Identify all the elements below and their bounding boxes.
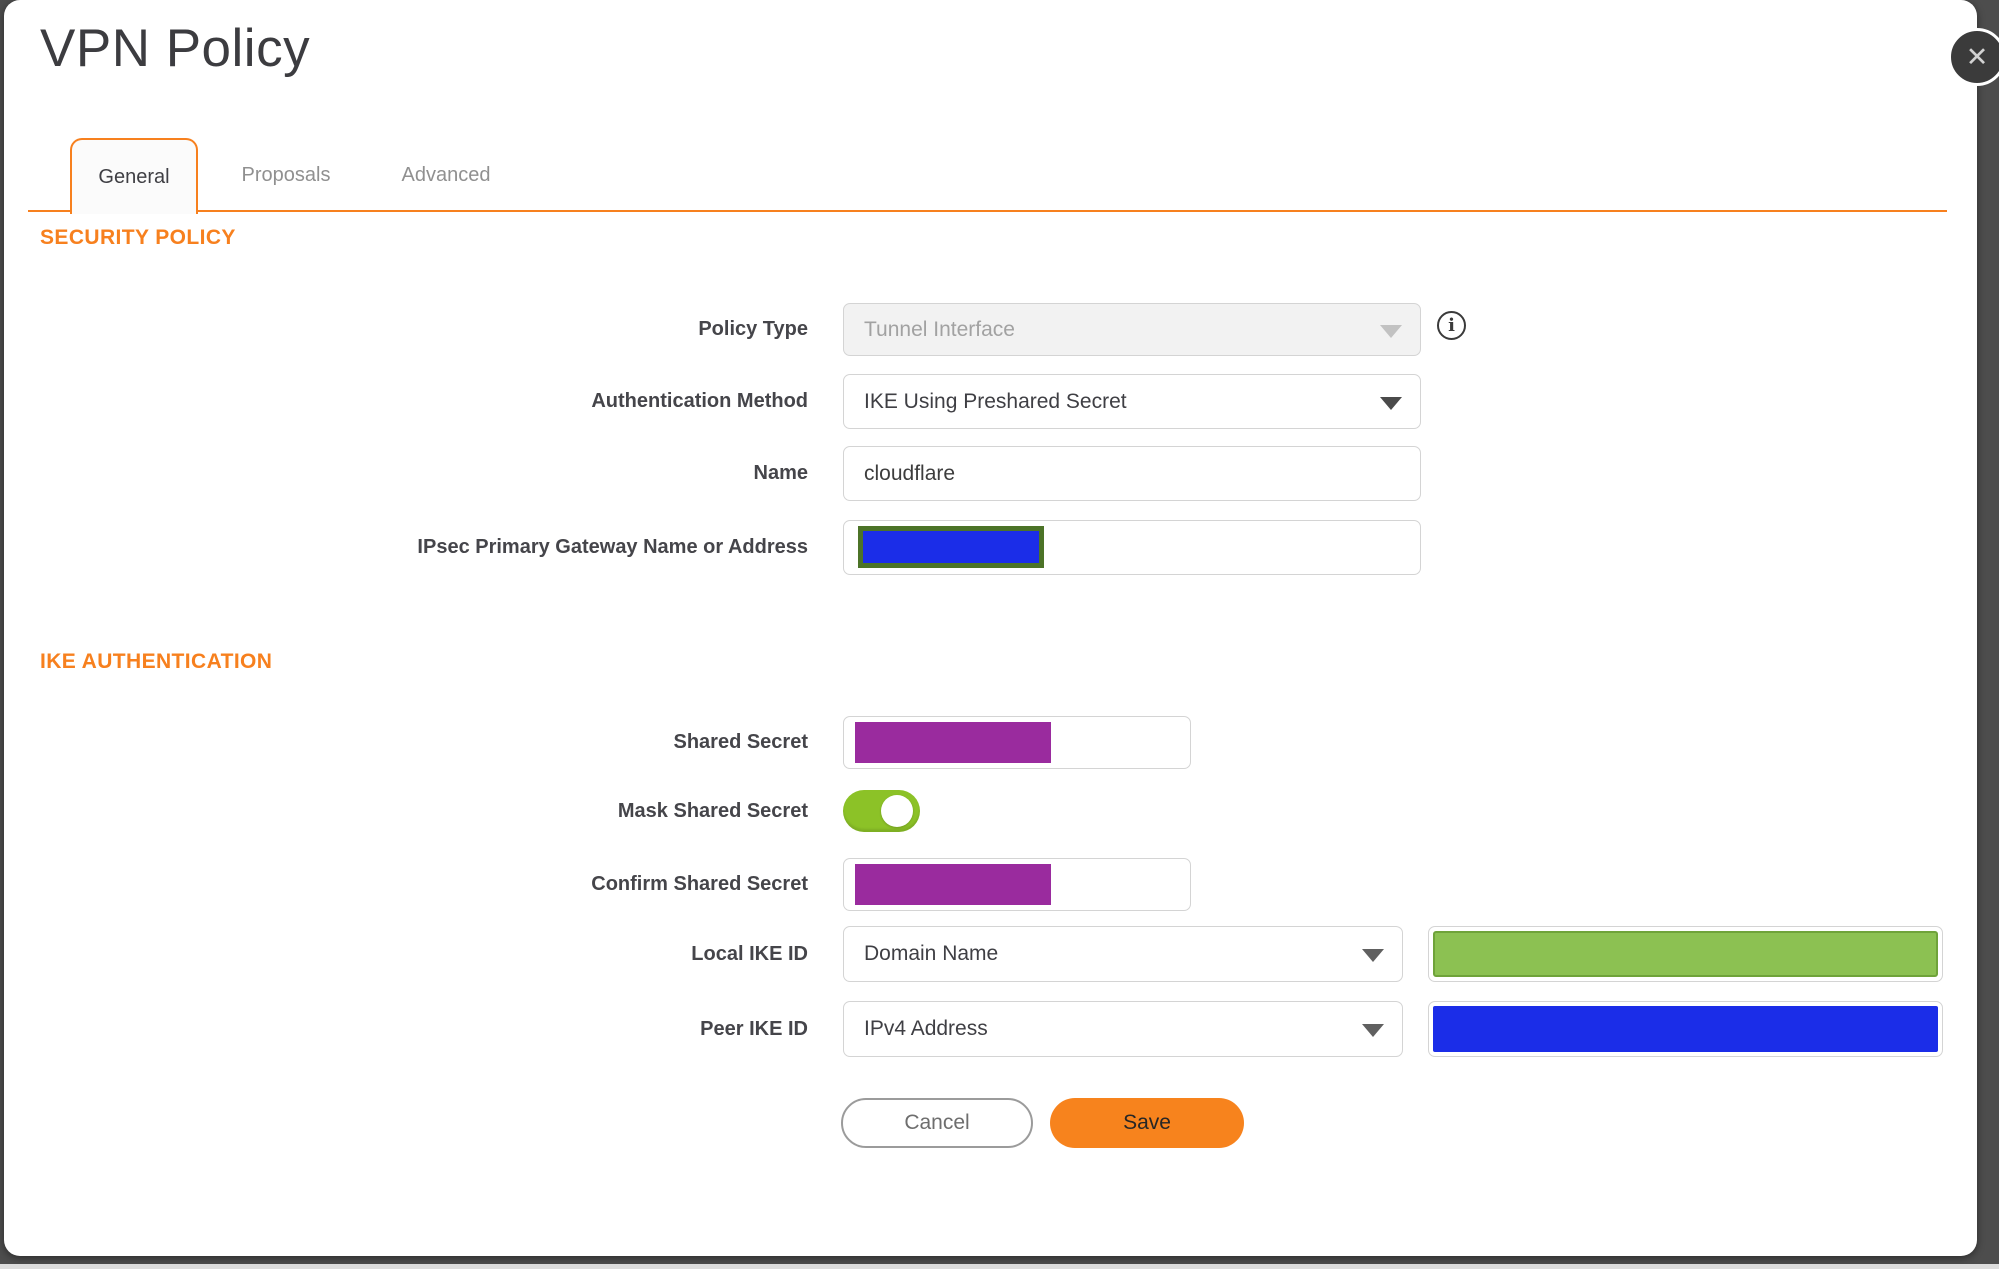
policy-type-value: Tunnel Interface bbox=[864, 317, 1015, 341]
mask-shared-secret-label: Mask Shared Secret bbox=[617, 799, 808, 822]
confirm-shared-secret-input[interactable] bbox=[843, 858, 1191, 911]
field-row-policy-type: Policy Type Tunnel Interface i bbox=[4, 303, 1977, 356]
save-button[interactable]: Save bbox=[1050, 1098, 1244, 1148]
authentication-method-label: Authentication Method bbox=[591, 390, 808, 412]
shared-secret-label: Shared Secret bbox=[673, 731, 808, 753]
screen: VPN Policy General Proposals Advanced SE… bbox=[0, 0, 1999, 1269]
field-row-peer-ike-id: Peer IKE ID IPv4 Address bbox=[4, 1001, 1977, 1057]
confirm-shared-secret-label: Confirm Shared Secret bbox=[591, 873, 808, 895]
chevron-down-icon bbox=[1380, 396, 1402, 410]
shared-secret-input[interactable] bbox=[843, 716, 1191, 769]
vpn-policy-dialog: VPN Policy General Proposals Advanced SE… bbox=[4, 0, 1977, 1256]
confirm-shared-secret-value-redaction bbox=[855, 864, 1051, 905]
local-ike-id-value-redaction bbox=[1433, 931, 1938, 977]
tab-proposals[interactable]: Proposals bbox=[222, 138, 350, 212]
field-row-mask-shared-secret: Mask Shared Secret bbox=[4, 790, 1977, 832]
name-label: Name bbox=[753, 462, 808, 484]
field-row-gateway: IPsec Primary Gateway Name or Address bbox=[4, 520, 1977, 575]
save-button-label: Save bbox=[1123, 1111, 1171, 1134]
cancel-button[interactable]: Cancel bbox=[841, 1098, 1033, 1148]
field-row-local-ike-id: Local IKE ID Domain Name bbox=[4, 926, 1977, 982]
local-ike-id-select[interactable]: Domain Name bbox=[843, 926, 1403, 982]
mask-shared-secret-toggle[interactable] bbox=[843, 790, 920, 832]
gateway-label: IPsec Primary Gateway Name or Address bbox=[417, 536, 808, 558]
tab-general[interactable]: General bbox=[70, 138, 198, 214]
gateway-input[interactable] bbox=[843, 520, 1421, 575]
local-ike-id-input[interactable] bbox=[1428, 926, 1943, 982]
authentication-method-value: IKE Using Preshared Secret bbox=[864, 389, 1127, 413]
chevron-down-icon bbox=[1362, 1024, 1384, 1037]
backdrop-bottom-strip bbox=[0, 1264, 1999, 1269]
field-row-authentication-method: Authentication Method IKE Using Preshare… bbox=[4, 374, 1977, 429]
cancel-button-label: Cancel bbox=[904, 1111, 970, 1134]
tab-proposals-label: Proposals bbox=[241, 163, 331, 186]
toggle-knob bbox=[881, 795, 913, 827]
chevron-down-icon bbox=[1362, 949, 1384, 962]
peer-ike-id-select[interactable]: IPv4 Address bbox=[843, 1001, 1403, 1057]
field-row-confirm-shared-secret: Confirm Shared Secret bbox=[4, 858, 1977, 911]
tab-advanced-label: Advanced bbox=[401, 163, 491, 186]
name-input[interactable]: cloudflare bbox=[843, 446, 1421, 501]
tab-bar: General Proposals Advanced bbox=[4, 138, 1977, 214]
tab-advanced[interactable]: Advanced bbox=[382, 138, 510, 212]
policy-type-label: Policy Type bbox=[698, 318, 808, 340]
local-ike-id-type: Domain Name bbox=[864, 942, 999, 965]
peer-ike-id-label: Peer IKE ID bbox=[700, 1017, 808, 1040]
page-title: VPN Policy bbox=[40, 19, 311, 78]
name-input-value: cloudflare bbox=[864, 461, 956, 485]
peer-ike-id-type: IPv4 Address bbox=[864, 1017, 988, 1040]
info-icon[interactable]: i bbox=[1437, 311, 1466, 340]
local-ike-id-label: Local IKE ID bbox=[691, 942, 808, 965]
peer-ike-id-input[interactable] bbox=[1428, 1001, 1943, 1057]
shared-secret-value-redaction bbox=[855, 722, 1051, 763]
chevron-down-icon bbox=[1380, 324, 1402, 338]
peer-ike-id-value-redaction bbox=[1433, 1006, 1938, 1052]
field-row-name: Name cloudflare bbox=[4, 446, 1977, 501]
policy-type-select: Tunnel Interface bbox=[843, 303, 1421, 356]
button-row: Cancel Save bbox=[4, 1098, 1977, 1148]
ike-authentication-heading: IKE AUTHENTICATION bbox=[40, 650, 273, 673]
security-policy-heading: SECURITY POLICY bbox=[40, 226, 236, 249]
tab-general-label: General bbox=[98, 165, 170, 188]
field-row-shared-secret: Shared Secret bbox=[4, 716, 1977, 769]
gateway-value-redaction bbox=[858, 526, 1044, 568]
close-icon[interactable]: ✕ bbox=[1948, 28, 1999, 86]
authentication-method-select[interactable]: IKE Using Preshared Secret bbox=[843, 374, 1421, 429]
